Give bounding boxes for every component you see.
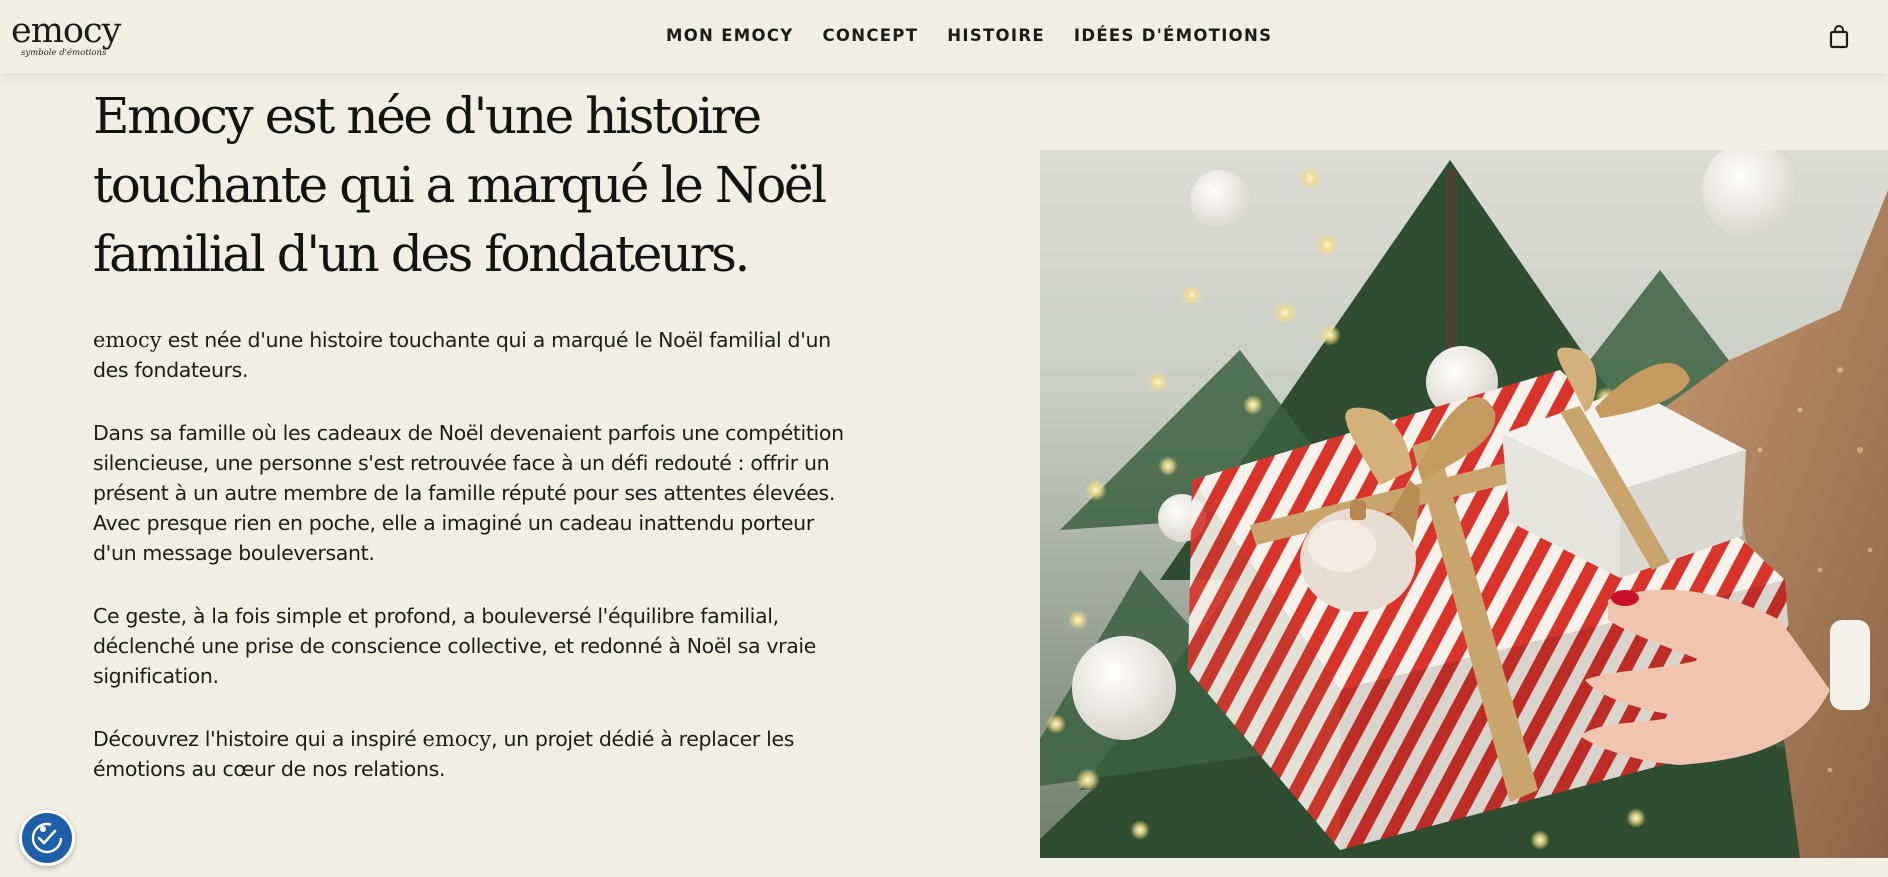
logo-tagline: symbole d'émotions xyxy=(21,48,107,58)
story-text-b: Avec presque rien en poche, elle a imagi… xyxy=(93,511,814,565)
impact-paragraph: Ce geste, à la fois simple et profond, a… xyxy=(93,604,817,688)
christmas-gift-photo xyxy=(1040,150,1888,858)
accessibility-button[interactable] xyxy=(19,810,75,866)
accessibility-icon xyxy=(31,822,63,854)
outro-paragraph: Découvrez l'histoire qui a inspiré emocy… xyxy=(93,724,853,784)
brand-name: emocy xyxy=(422,727,492,751)
logo[interactable]: emocy symbole d'émotions xyxy=(11,12,121,62)
site-header: emocy symbole d'émotions MON EMOCY CONCE… xyxy=(0,0,1888,73)
nav-item-mon-emocy[interactable]: MON EMOCY xyxy=(666,26,793,45)
story-text-a: Dans sa famille où les cadeaux de Noël d… xyxy=(93,421,844,505)
page-title-line: Emocy est née d'une histoire xyxy=(93,87,762,145)
brand-name: emocy xyxy=(93,328,162,352)
nav-item-concept[interactable]: CONCEPT xyxy=(822,26,918,45)
intro-paragraph: emocy est née d'une histoire touchante q… xyxy=(93,325,853,385)
page-title: Emocy est née d'une histoire touchante q… xyxy=(93,82,893,289)
nav-item-histoire[interactable]: HISTOIRE xyxy=(947,26,1045,45)
story-text: emocy est née d'une histoire touchante q… xyxy=(93,325,853,817)
intro-text: est née d'une histoire touchante qui a m… xyxy=(93,328,831,382)
main-nav: MON EMOCY CONCEPT HISTOIRE IDÉES D'ÉMOTI… xyxy=(666,26,1301,45)
outro-text-before: Découvrez l'histoire qui a inspiré xyxy=(93,727,423,751)
nav-item-idees-emotions[interactable]: IDÉES D'ÉMOTIONS xyxy=(1074,26,1272,45)
shopping-bag-icon[interactable] xyxy=(1828,24,1850,50)
logo-wordmark: emocy xyxy=(11,11,121,51)
page-title-line: familial d'un des fondateurs. xyxy=(93,225,750,283)
story-paragraph: Dans sa famille où les cadeaux de Noël d… xyxy=(93,418,853,568)
page-title-line: touchante qui a marqué le Noël xyxy=(93,156,827,214)
